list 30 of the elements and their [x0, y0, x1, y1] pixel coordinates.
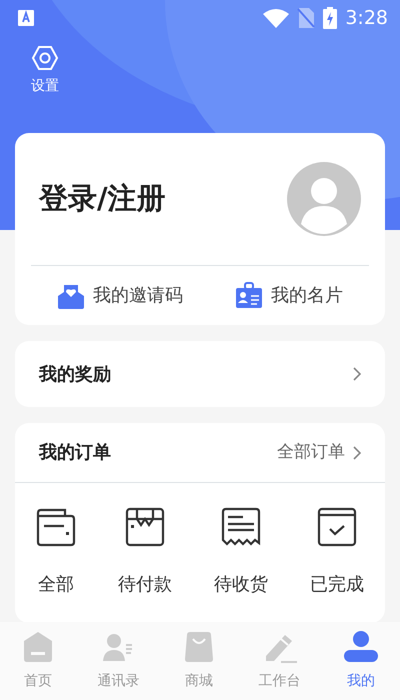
app-notification-icon: [18, 10, 34, 26]
all-orders-link[interactable]: 全部订单: [277, 440, 361, 466]
order-status-button[interactable]: 待收货: [214, 507, 268, 598]
receipt-icon: [221, 507, 261, 547]
avatar-icon: [287, 162, 361, 236]
tab[interactable]: 我的: [344, 630, 378, 692]
settings-icon: [31, 44, 59, 72]
section-title: 我的奖励: [39, 362, 111, 386]
id-card-icon: [235, 282, 263, 310]
rewards-row[interactable]: 我的奖励: [15, 341, 385, 407]
order-status-button[interactable]: 已完成: [310, 507, 364, 598]
chevron-right-icon: [353, 446, 361, 460]
home-icon: [22, 630, 54, 662]
battery-charging-icon: [323, 7, 338, 29]
no-sim-icon: [297, 8, 316, 28]
order-status-button[interactable]: 全部: [36, 507, 76, 598]
quick-link[interactable]: 我的邀请码: [31, 266, 209, 325]
shopping-bag-icon: [182, 630, 215, 662]
clock: 3:28: [345, 6, 388, 31]
package-icon: [125, 507, 165, 547]
chevron-right-icon: [353, 367, 361, 381]
wallet-icon: [36, 507, 76, 547]
order-status-button[interactable]: 待付款: [118, 507, 172, 598]
section-title: 我的订单: [39, 441, 111, 465]
wifi-icon: [263, 8, 290, 28]
calendar-check-icon: [317, 507, 357, 547]
quick-link[interactable]: 我的名片: [209, 266, 369, 325]
user-icon: [344, 630, 378, 662]
login-register-link[interactable]: 登录/注册: [39, 177, 166, 221]
settings-button[interactable]: 设置: [15, 44, 75, 97]
